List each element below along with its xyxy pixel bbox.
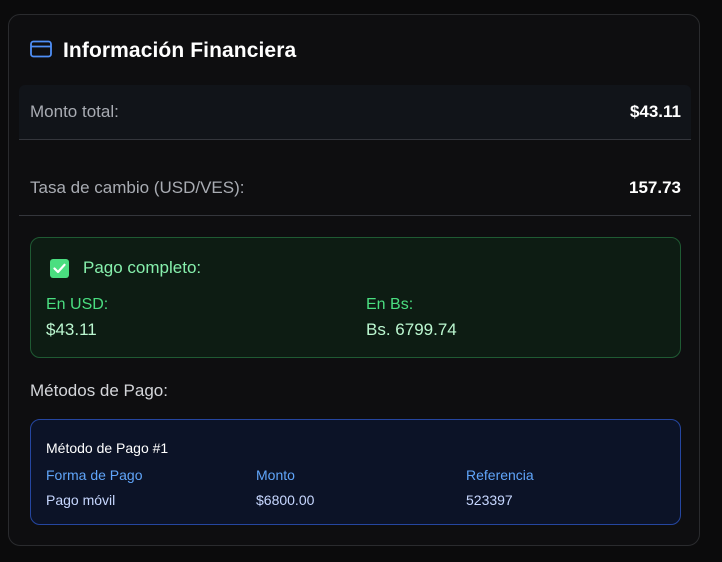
total-amount-value: $43.11 bbox=[629, 102, 681, 121]
paid-bs-label: En Bs: bbox=[366, 296, 414, 313]
paid-usd-block: En USD: $43.11 bbox=[46, 296, 108, 340]
payment-complete-title: Pago completo: bbox=[83, 258, 202, 277]
payment-reference-label: Referencia bbox=[466, 467, 534, 483]
payment-form-column: Forma de Pago Pago móvil bbox=[46, 467, 143, 508]
payment-methods-title: Métodos de Pago: bbox=[30, 381, 168, 400]
exchange-rate-value: 157.73 bbox=[629, 178, 681, 197]
paid-bs-value: Bs. 6799.74 bbox=[366, 320, 457, 339]
total-amount-row: Monto total: $43.11 bbox=[19, 85, 691, 140]
payment-amount-label: Monto bbox=[256, 467, 295, 483]
total-amount-label: Monto total: bbox=[30, 102, 119, 121]
payment-amount-value: $6800.00 bbox=[256, 492, 315, 508]
card-header: Información Financiera bbox=[30, 39, 296, 63]
checkbox-checked-icon bbox=[50, 258, 69, 278]
credit-card-icon bbox=[30, 40, 52, 63]
payment-amount-column: Monto $6800.00 bbox=[256, 467, 314, 508]
financial-info-card: Información Financiera Monto total: $43.… bbox=[8, 14, 700, 546]
paid-usd-label: En USD: bbox=[46, 296, 109, 313]
payment-method-title: Método de Pago #1 bbox=[46, 440, 169, 456]
paid-bs-block: En Bs: Bs. 6799.74 bbox=[366, 296, 457, 340]
exchange-rate-row: Tasa de cambio (USD/VES): 157.73 bbox=[19, 161, 691, 216]
payment-complete-panel: Pago completo: En USD: $43.11 En Bs: Bs.… bbox=[30, 237, 681, 358]
paid-usd-value: $43.11 bbox=[46, 320, 97, 339]
card-title: Información Financiera bbox=[63, 39, 297, 62]
exchange-rate-label: Tasa de cambio (USD/VES): bbox=[30, 178, 245, 197]
payment-form-value: Pago móvil bbox=[46, 492, 116, 508]
payment-form-label: Forma de Pago bbox=[46, 467, 143, 483]
payment-complete-header: Pago completo: bbox=[50, 258, 201, 278]
payment-reference-value: 523397 bbox=[466, 492, 513, 508]
payment-reference-column: Referencia 523397 bbox=[466, 467, 534, 508]
payment-method-card: Método de Pago #1 Forma de Pago Pago móv… bbox=[30, 419, 681, 525]
